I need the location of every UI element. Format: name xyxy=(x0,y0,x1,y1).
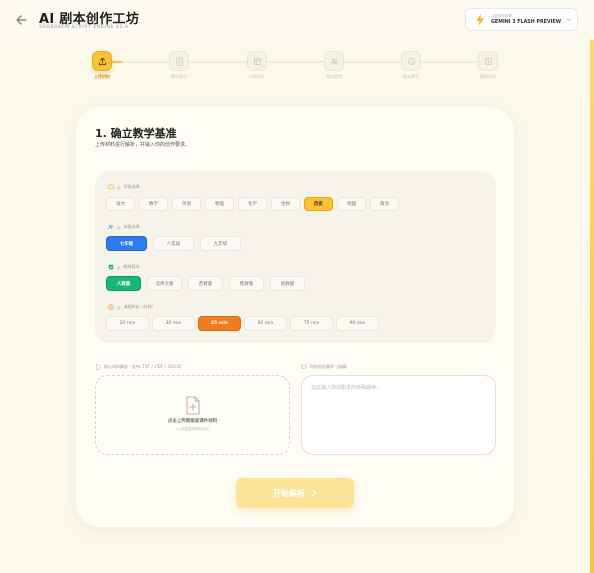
step-key-points[interactable]: 教学要点 xyxy=(159,51,199,80)
duration-chip-75[interactable]: 75 min xyxy=(290,316,333,331)
scroll-track[interactable] xyxy=(590,40,594,573)
subject-chip-chemistry[interactable]: 化学 xyxy=(238,197,267,211)
step-label: 剧本撰写 xyxy=(403,74,419,79)
start-analysis-button[interactable]: 开始解析 xyxy=(236,478,354,508)
step-characters[interactable]: 角色塑造 xyxy=(314,51,354,80)
textbook-group-label: ◎ 教材版本 xyxy=(108,264,140,270)
subject-chip-math[interactable]: 数学 xyxy=(139,197,168,211)
duration-chip-30[interactable]: 30 min xyxy=(152,316,195,331)
textbook-chip-su[interactable]: 苏教版 xyxy=(188,276,223,291)
textbook-chip-zhe[interactable]: 浙教版 xyxy=(270,276,305,291)
step-circle xyxy=(478,51,498,71)
model-picker-caption: 当前使用引擎 xyxy=(491,14,512,18)
grade-chips: 七年级 八年级 九年级 xyxy=(106,236,241,251)
step-label: 大纲设计 xyxy=(249,74,265,79)
subject-chip-chinese[interactable]: 语文 xyxy=(106,197,135,211)
duration-chip-90[interactable]: 90 min xyxy=(336,316,379,331)
upload-label: 核心材料解析（支持 .TXT / .PDF / .DOCX） xyxy=(95,364,184,370)
step-label: 最终导出 xyxy=(480,74,496,79)
textbook-chip-bnu[interactable]: 北师大版 xyxy=(147,276,182,291)
chat-icon xyxy=(301,364,307,370)
options-panel: ◎ 学科选择 语文 数学 英语 物理 化学 生物 历史 地理 政治 ◎ 年级选择… xyxy=(95,171,496,343)
book-icon xyxy=(108,184,114,190)
step-export[interactable]: 最终导出 xyxy=(468,51,508,80)
step-label: 角色塑造 xyxy=(326,74,342,79)
chevron-right-icon xyxy=(312,489,317,497)
start-button-label: 开始解析 xyxy=(273,488,305,498)
textbook-chip-lu[interactable]: 鲁教版 xyxy=(229,276,264,291)
upload-icon xyxy=(98,57,106,65)
duration-label-text: 课程时长（分钟） xyxy=(123,304,156,309)
upload-main-text: 点击上传教案或课件材料 xyxy=(167,419,218,424)
subject-chip-english[interactable]: 英语 xyxy=(172,197,201,211)
file-icon xyxy=(95,364,101,370)
people-icon xyxy=(108,224,114,230)
dot-icon: ◎ xyxy=(117,184,121,190)
grade-chip-7[interactable]: 七年级 xyxy=(106,236,147,251)
step-outline[interactable]: 大纲设计 xyxy=(237,51,277,80)
step-upload[interactable]: 上传材料 xyxy=(82,51,122,80)
dot-icon: ◎ xyxy=(117,224,121,230)
section-description: 上传材料进行解析，并输入你的创作要求。 xyxy=(95,142,191,148)
subject-chip-biology[interactable]: 生物 xyxy=(271,197,300,211)
section-title: 1. 确立教学基准 xyxy=(95,127,177,140)
outline-icon xyxy=(253,57,261,65)
notes-label: 你的创作要求（选填） xyxy=(301,364,350,370)
textbook-chip-pep[interactable]: 人教版 xyxy=(106,276,141,291)
step-circle xyxy=(169,51,189,71)
step-writing[interactable]: 剧本撰写 xyxy=(391,51,431,80)
model-picker[interactable]: 当前使用引擎 GEMINI 3 FLASH PREVIEW xyxy=(465,8,578,31)
progress-stepper: 上传材料 教学要点 大纲设计 角色塑造 剧本撰写 最终导出 xyxy=(91,51,498,81)
step-circle xyxy=(324,51,344,71)
lightning-bolt-icon xyxy=(476,14,484,26)
pen-icon xyxy=(407,57,415,65)
subject-chip-geography[interactable]: 地理 xyxy=(337,197,366,211)
subject-chip-politics[interactable]: 政治 xyxy=(370,197,399,211)
requirements-textarea[interactable] xyxy=(301,375,496,455)
subject-label-text: 学科选择 xyxy=(123,184,140,189)
file-plus-icon xyxy=(186,396,200,415)
grade-label-text: 年级选择 xyxy=(123,224,140,229)
grade-chip-9[interactable]: 九年级 xyxy=(200,236,241,251)
model-name: GEMINI 3 FLASH PREVIEW xyxy=(491,20,561,25)
subject-chips: 语文 数学 英语 物理 化学 生物 历史 地理 政治 xyxy=(106,197,399,211)
upload-label-text: 核心材料解析（支持 .TXT / .PDF / .DOCX） xyxy=(104,364,184,369)
subject-chip-physics[interactable]: 物理 xyxy=(205,197,234,211)
textbook-label-text: 教材版本 xyxy=(123,264,140,269)
subject-group-label: ◎ 学科选择 xyxy=(108,184,140,190)
duration-group-label: ◎ 课程时长（分钟） xyxy=(108,304,156,310)
duration-chip-20[interactable]: 20 min xyxy=(106,316,149,331)
step-circle xyxy=(92,51,112,71)
duration-chips: 20 min 30 min 45 min 60 min 75 min 90 mi… xyxy=(106,316,379,331)
export-icon xyxy=(484,57,492,65)
chevron-down-icon xyxy=(566,18,572,22)
step-label: 上传材料 xyxy=(94,74,110,79)
dot-icon: ◎ xyxy=(117,264,121,270)
arrow-left-icon[interactable] xyxy=(14,13,28,27)
step-circle xyxy=(401,51,421,71)
app-header: AI 剧本创作工坊 SOURDACM SCRIPT ENGINE V2.0 当前… xyxy=(0,0,594,40)
dot-icon: ◎ xyxy=(117,304,121,310)
people-icon xyxy=(330,58,338,65)
main-card: 1. 确立教学基准 上传材料进行解析，并输入你的创作要求。 ◎ 学科选择 语文 … xyxy=(76,107,514,527)
duration-chip-45[interactable]: 45 min xyxy=(198,316,241,331)
grade-chip-8[interactable]: 八年级 xyxy=(153,236,194,251)
subject-chip-history[interactable]: 历史 xyxy=(304,197,333,211)
doc-icon xyxy=(175,57,183,65)
textbook-chips: 人教版 北师大版 苏教版 鲁教版 浙教版 xyxy=(106,276,305,291)
upload-hint: AI 将智能提取知识点 xyxy=(176,427,209,431)
textbook-icon xyxy=(108,264,114,270)
step-circle xyxy=(247,51,267,71)
step-label: 教学要点 xyxy=(171,74,187,79)
duration-chip-60[interactable]: 60 min xyxy=(244,316,287,331)
grade-group-label: ◎ 年级选择 xyxy=(108,224,140,230)
app-subtitle: SOURDACM SCRIPT ENGINE V2.0 xyxy=(39,24,129,29)
notes-label-text: 你的创作要求（选填） xyxy=(310,364,350,369)
clock-icon xyxy=(108,304,114,310)
file-upload-dropzone[interactable]: 点击上传教案或课件材料 AI 将智能提取知识点 xyxy=(95,375,290,455)
